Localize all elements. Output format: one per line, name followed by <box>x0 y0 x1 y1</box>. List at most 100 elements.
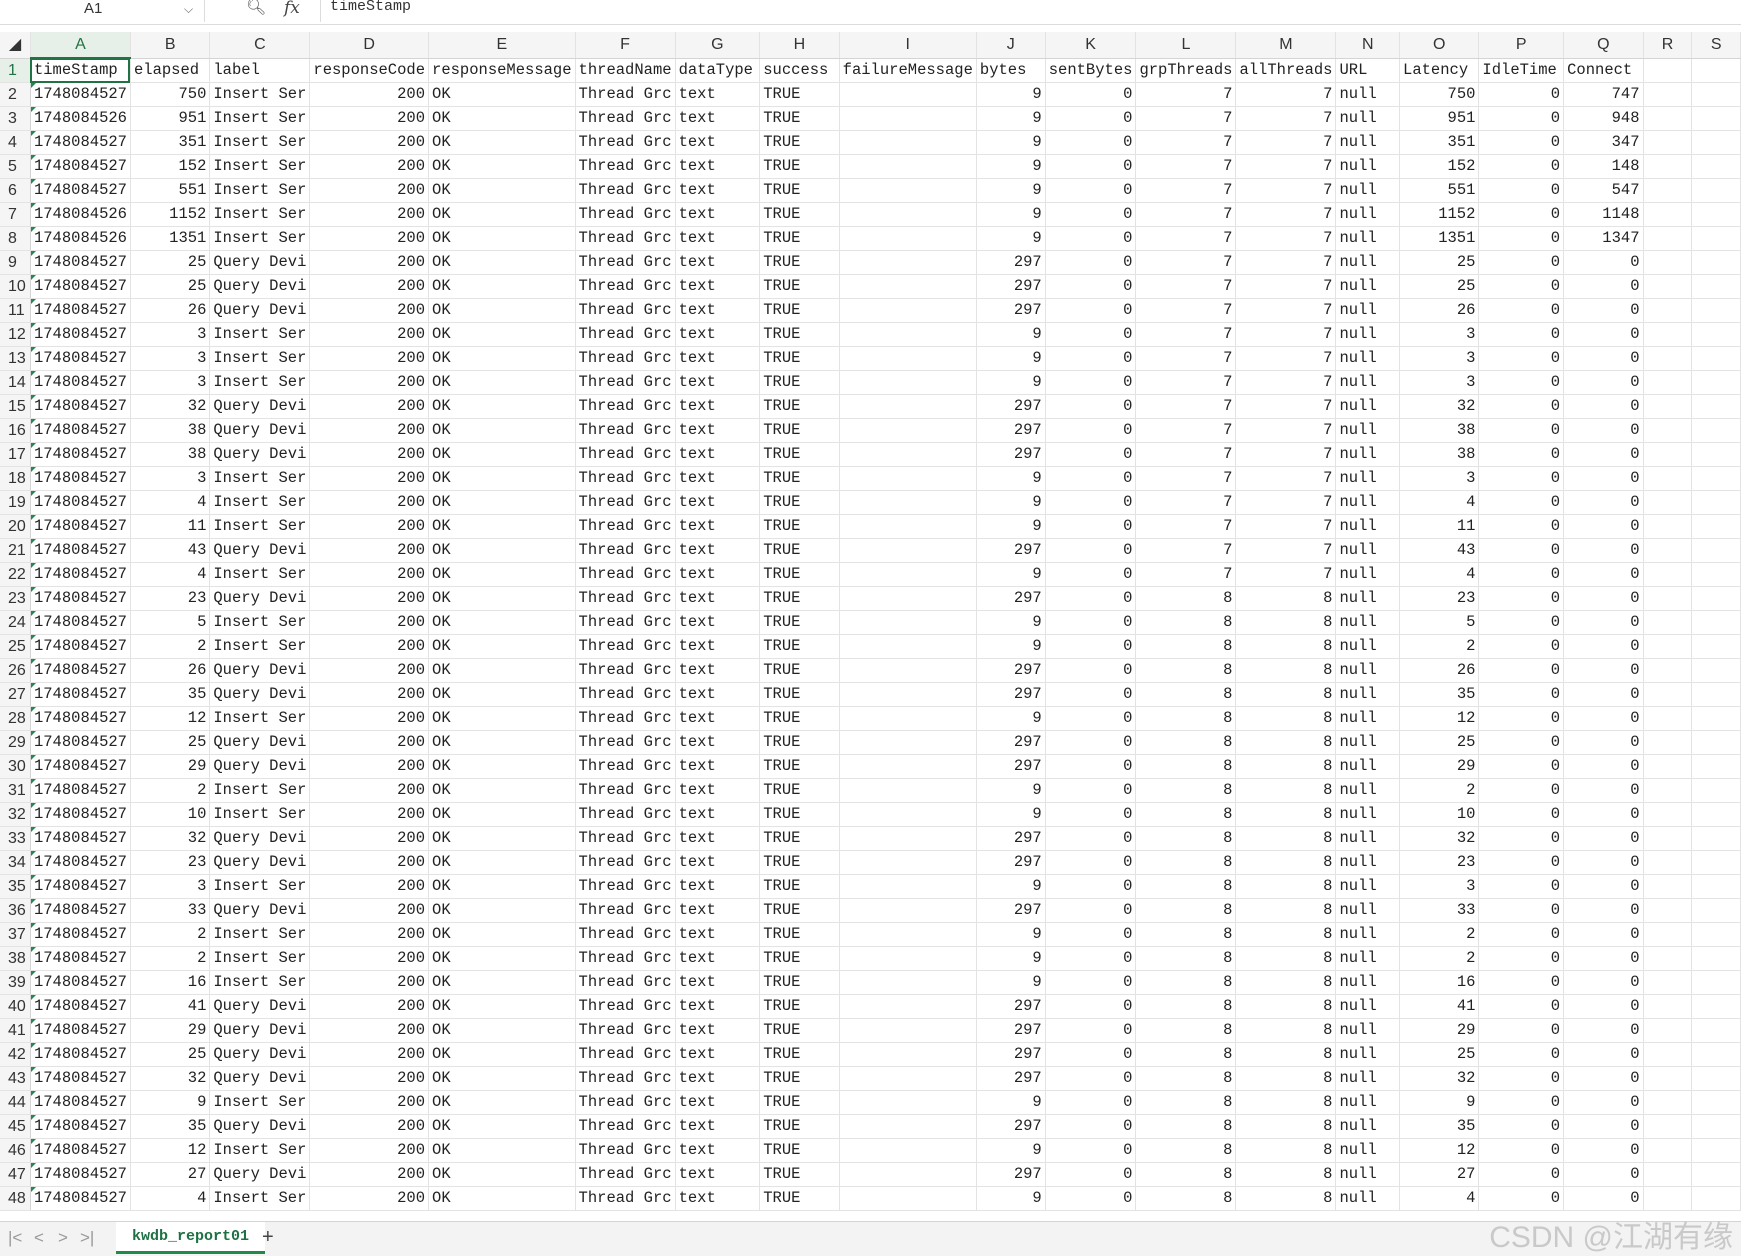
grid-cell[interactable] <box>839 346 977 371</box>
grid-cell[interactable]: 297 <box>976 658 1046 683</box>
grid-cell[interactable]: 16 <box>130 970 211 995</box>
grid-cell[interactable]: Insert Ser <box>209 322 311 347</box>
grid-cell[interactable]: 32 <box>130 826 211 851</box>
grid-cell[interactable]: 38 <box>130 442 211 467</box>
grid-cell[interactable]: null <box>1335 322 1401 347</box>
grid-cell[interactable] <box>1691 562 1741 587</box>
grid-cell[interactable]: 26 <box>1399 658 1480 683</box>
grid-cell[interactable] <box>1691 1138 1741 1163</box>
grid-cell[interactable]: 0 <box>1478 850 1565 875</box>
grid-cell[interactable]: TRUE <box>759 1114 840 1139</box>
grid-cell[interactable]: 0 <box>1478 898 1565 923</box>
grid-cell[interactable]: TRUE <box>759 274 840 299</box>
column-header-d[interactable]: D <box>309 32 430 59</box>
grid-cell[interactable]: Query Devi <box>209 994 311 1019</box>
grid-cell[interactable] <box>839 274 977 299</box>
grid-cell[interactable] <box>1643 274 1693 299</box>
grid-cell[interactable]: null <box>1335 346 1401 371</box>
grid-cell[interactable]: null <box>1335 970 1401 995</box>
grid-cell[interactable]: 9 <box>976 706 1046 731</box>
grid-cell[interactable]: 3 <box>1399 346 1480 371</box>
grid-cell[interactable]: 7 <box>1235 466 1337 491</box>
grid-cell[interactable] <box>1691 1186 1741 1211</box>
grid-cell[interactable]: 1748084526 <box>30 226 131 251</box>
row-header[interactable]: 22 <box>0 562 31 587</box>
grid-cell[interactable]: 7 <box>1135 130 1237 155</box>
grid-cell[interactable]: text <box>675 874 761 899</box>
grid-cell[interactable]: 0 <box>1045 1042 1137 1067</box>
grid-cell[interactable]: 7 <box>1135 466 1237 491</box>
grid-cell[interactable]: 747 <box>1563 82 1644 107</box>
grid-cell[interactable]: 8 <box>1135 1162 1237 1187</box>
grid-cell[interactable]: TRUE <box>759 1162 840 1187</box>
grid-cell[interactable]: 3 <box>130 322 211 347</box>
grid-cell[interactable] <box>1643 370 1693 395</box>
grid-cell[interactable]: 0 <box>1478 634 1565 659</box>
grid-cell[interactable]: null <box>1335 730 1401 755</box>
grid-cell[interactable] <box>1691 826 1741 851</box>
grid-cell[interactable]: 0 <box>1045 826 1137 851</box>
row-header[interactable]: 7 <box>0 202 31 227</box>
grid-cell[interactable]: OK <box>428 826 576 851</box>
grid-cell[interactable] <box>1691 418 1741 443</box>
grid-cell[interactable]: 7 <box>1235 154 1337 179</box>
grid-cell[interactable]: Insert Ser <box>209 778 311 803</box>
grid-cell[interactable]: Latency <box>1399 58 1480 83</box>
grid-cell[interactable]: 8 <box>1235 1138 1337 1163</box>
grid-cell[interactable]: null <box>1335 1186 1401 1211</box>
grid-cell[interactable]: 1748084527 <box>30 1066 131 1091</box>
grid-cell[interactable]: Query Devi <box>209 394 311 419</box>
grid-cell[interactable]: 0 <box>1045 1114 1137 1139</box>
grid-cell[interactable]: 0 <box>1563 1138 1644 1163</box>
grid-cell[interactable]: 9 <box>976 946 1046 971</box>
grid-cell[interactable] <box>839 802 977 827</box>
grid-cell[interactable]: OK <box>428 1186 576 1211</box>
grid-cell[interactable] <box>1691 802 1741 827</box>
grid-cell[interactable]: 0 <box>1045 1066 1137 1091</box>
grid-cell[interactable]: Thread Grc <box>575 106 676 131</box>
grid-cell[interactable]: OK <box>428 658 576 683</box>
grid-cell[interactable]: 7 <box>1135 178 1237 203</box>
grid-cell[interactable]: null <box>1335 490 1401 515</box>
grid-cell[interactable]: 0 <box>1045 442 1137 467</box>
grid-cell[interactable]: responseMessage <box>428 58 576 83</box>
grid-cell[interactable] <box>1643 562 1693 587</box>
grid-cell[interactable]: 200 <box>309 634 430 659</box>
row-header[interactable]: 39 <box>0 970 31 995</box>
grid-cell[interactable]: 0 <box>1563 562 1644 587</box>
grid-cell[interactable]: TRUE <box>759 418 840 443</box>
grid-cell[interactable]: 8 <box>1135 802 1237 827</box>
grid-cell[interactable]: 9 <box>976 466 1046 491</box>
grid-cell[interactable]: 200 <box>309 826 430 851</box>
grid-cell[interactable]: null <box>1335 466 1401 491</box>
grid-cell[interactable]: sentBytes <box>1045 58 1137 83</box>
grid-cell[interactable]: 0 <box>1563 538 1644 563</box>
row-header[interactable]: 25 <box>0 634 31 659</box>
grid-cell[interactable]: 1351 <box>130 226 211 251</box>
grid-cell[interactable]: 0 <box>1045 154 1137 179</box>
grid-cell[interactable]: OK <box>428 442 576 467</box>
grid-cell[interactable]: 0 <box>1045 562 1137 587</box>
grid-cell[interactable]: 26 <box>1399 298 1480 323</box>
grid-cell[interactable]: TRUE <box>759 970 840 995</box>
grid-cell[interactable]: OK <box>428 1018 576 1043</box>
grid-cell[interactable]: 0 <box>1045 298 1137 323</box>
grid-cell[interactable]: 200 <box>309 850 430 875</box>
grid-cell[interactable]: 8 <box>1135 1138 1237 1163</box>
fx-label[interactable]: fx <box>284 0 300 17</box>
grid-cell[interactable]: 0 <box>1478 970 1565 995</box>
grid-cell[interactable]: 9 <box>976 370 1046 395</box>
grid-cell[interactable]: 7 <box>1235 490 1337 515</box>
grid-cell[interactable] <box>1691 442 1741 467</box>
grid-cell[interactable]: 35 <box>1399 1114 1480 1139</box>
grid-cell[interactable] <box>1691 58 1741 83</box>
grid-cell[interactable]: 0 <box>1478 1090 1565 1115</box>
grid-cell[interactable]: 0 <box>1563 754 1644 779</box>
grid-cell[interactable]: null <box>1335 778 1401 803</box>
grid-cell[interactable]: 200 <box>309 322 430 347</box>
row-header[interactable]: 2 <box>0 82 31 107</box>
grid-cell[interactable]: 0 <box>1045 346 1137 371</box>
grid-cell[interactable]: OK <box>428 586 576 611</box>
grid-cell[interactable]: text <box>675 1162 761 1187</box>
grid-cell[interactable]: TRUE <box>759 922 840 947</box>
